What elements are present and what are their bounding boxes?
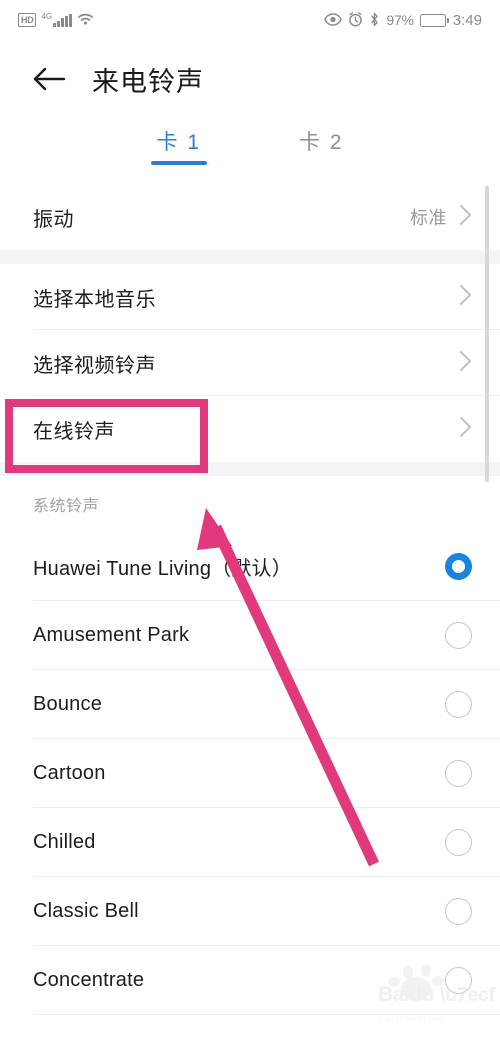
ringtone-name: Cartoon xyxy=(33,762,106,784)
chevron-right-icon xyxy=(459,204,472,231)
status-bar-left: HD 4G xyxy=(18,12,94,29)
list-item[interactable]: Huawei Tune Living（默认） xyxy=(0,532,500,601)
alarm-clock-icon xyxy=(348,11,363,29)
title-bar: 来电铃声 xyxy=(0,40,500,118)
list-item[interactable]: Bounce xyxy=(0,670,500,739)
list-item[interactable]: Cartoon xyxy=(0,739,500,808)
tab-sim-1[interactable]: 卡 1 xyxy=(146,122,211,165)
row-vibration-right: 标准 xyxy=(410,204,472,231)
network-type-label: 4G xyxy=(41,12,53,21)
row-right xyxy=(459,284,472,311)
row-online-ringtone-label: 在线铃声 xyxy=(33,420,115,443)
row-vibration-label: 振动 xyxy=(33,208,74,231)
row-select-video-ringtone[interactable]: 选择视频铃声 xyxy=(0,330,500,396)
ringtone-name: Classic Bell xyxy=(33,900,139,922)
clock-label: 3:49 xyxy=(452,11,482,29)
radio-button[interactable] xyxy=(445,691,472,718)
radio-button[interactable] xyxy=(445,967,472,994)
chevron-right-icon xyxy=(459,416,472,443)
vertical-scrollbar[interactable] xyxy=(485,186,489,482)
tab-sim-2-label: 卡 2 xyxy=(299,131,344,154)
chevron-right-icon xyxy=(459,350,472,377)
section-gap xyxy=(0,462,500,476)
signal-strength-bars xyxy=(53,14,73,27)
row-select-local-music-label: 选择本地音乐 xyxy=(33,288,156,311)
chevron-right-icon xyxy=(459,284,472,311)
battery-percent-label: 97% xyxy=(386,12,414,28)
back-arrow-icon[interactable] xyxy=(30,60,68,98)
ringtone-name: Bounce xyxy=(33,693,103,715)
row-vibration[interactable]: 振动 标准 xyxy=(0,184,500,250)
ringtone-name: Huawei Tune Living（默认） xyxy=(33,558,292,580)
ringtone-name: Amusement Park xyxy=(33,624,190,646)
tab-sim-2[interactable]: 卡 2 xyxy=(289,122,354,156)
vibration-card: 振动 标准 xyxy=(0,184,500,250)
row-vibration-value: 标准 xyxy=(410,208,447,228)
status-bar-right: 97% 3:49 xyxy=(324,12,482,29)
list-item[interactable]: Chilled xyxy=(0,808,500,877)
watermark-sub-label: jingyan.baidu.com xyxy=(378,1016,443,1023)
ringtone-name: Chilled xyxy=(33,831,96,853)
settings-list: 振动 标准 选择本地音乐 选择视频铃声 在线铃声 系统铃声 Huawei Tun… xyxy=(0,184,500,1015)
row-divider xyxy=(33,1014,500,1015)
eye-icon xyxy=(324,12,343,28)
list-item[interactable]: Concentrate xyxy=(0,946,500,1015)
sim-tabs: 卡 1 卡 2 xyxy=(0,122,500,184)
row-right xyxy=(459,416,472,443)
status-bar: HD 4G 97% 3:49 xyxy=(0,0,500,40)
section-gap xyxy=(0,250,500,264)
ringtone-name: Concentrate xyxy=(33,969,145,991)
ringtone-source-card: 选择本地音乐 选择视频铃声 在线铃声 xyxy=(0,264,500,462)
tab-sim-1-label: 卡 1 xyxy=(156,131,201,154)
radio-button[interactable] xyxy=(445,760,472,787)
hd-badge-icon: HD xyxy=(18,13,37,27)
radio-button-selected[interactable] xyxy=(445,553,472,580)
list-item[interactable]: Amusement Park xyxy=(0,601,500,670)
phone-screen: HD 4G 97% 3:49 来电铃声 卡 1 卡 2 振动 标准 选择本地音乐… xyxy=(0,0,500,1039)
system-ringtone-card: 系统铃声 Huawei Tune Living（默认） Amusement Pa… xyxy=(0,476,500,1015)
tab-active-underline xyxy=(150,161,207,165)
system-ringtone-header-label: 系统铃声 xyxy=(33,498,100,515)
page-title: 来电铃声 xyxy=(92,66,204,97)
radio-button[interactable] xyxy=(445,898,472,925)
row-online-ringtone[interactable]: 在线铃声 xyxy=(0,396,500,462)
signal-bars-icon: 4G xyxy=(41,12,73,27)
row-select-video-ringtone-label: 选择视频铃声 xyxy=(33,354,156,377)
row-right xyxy=(459,350,472,377)
list-item[interactable]: Classic Bell xyxy=(0,877,500,946)
wifi-icon xyxy=(77,12,94,29)
battery-icon xyxy=(419,13,449,27)
system-ringtone-header: 系统铃声 xyxy=(0,476,500,532)
radio-button[interactable] xyxy=(445,829,472,856)
row-select-local-music[interactable]: 选择本地音乐 xyxy=(0,264,500,330)
radio-button[interactable] xyxy=(445,622,472,649)
bluetooth-icon xyxy=(369,12,380,29)
